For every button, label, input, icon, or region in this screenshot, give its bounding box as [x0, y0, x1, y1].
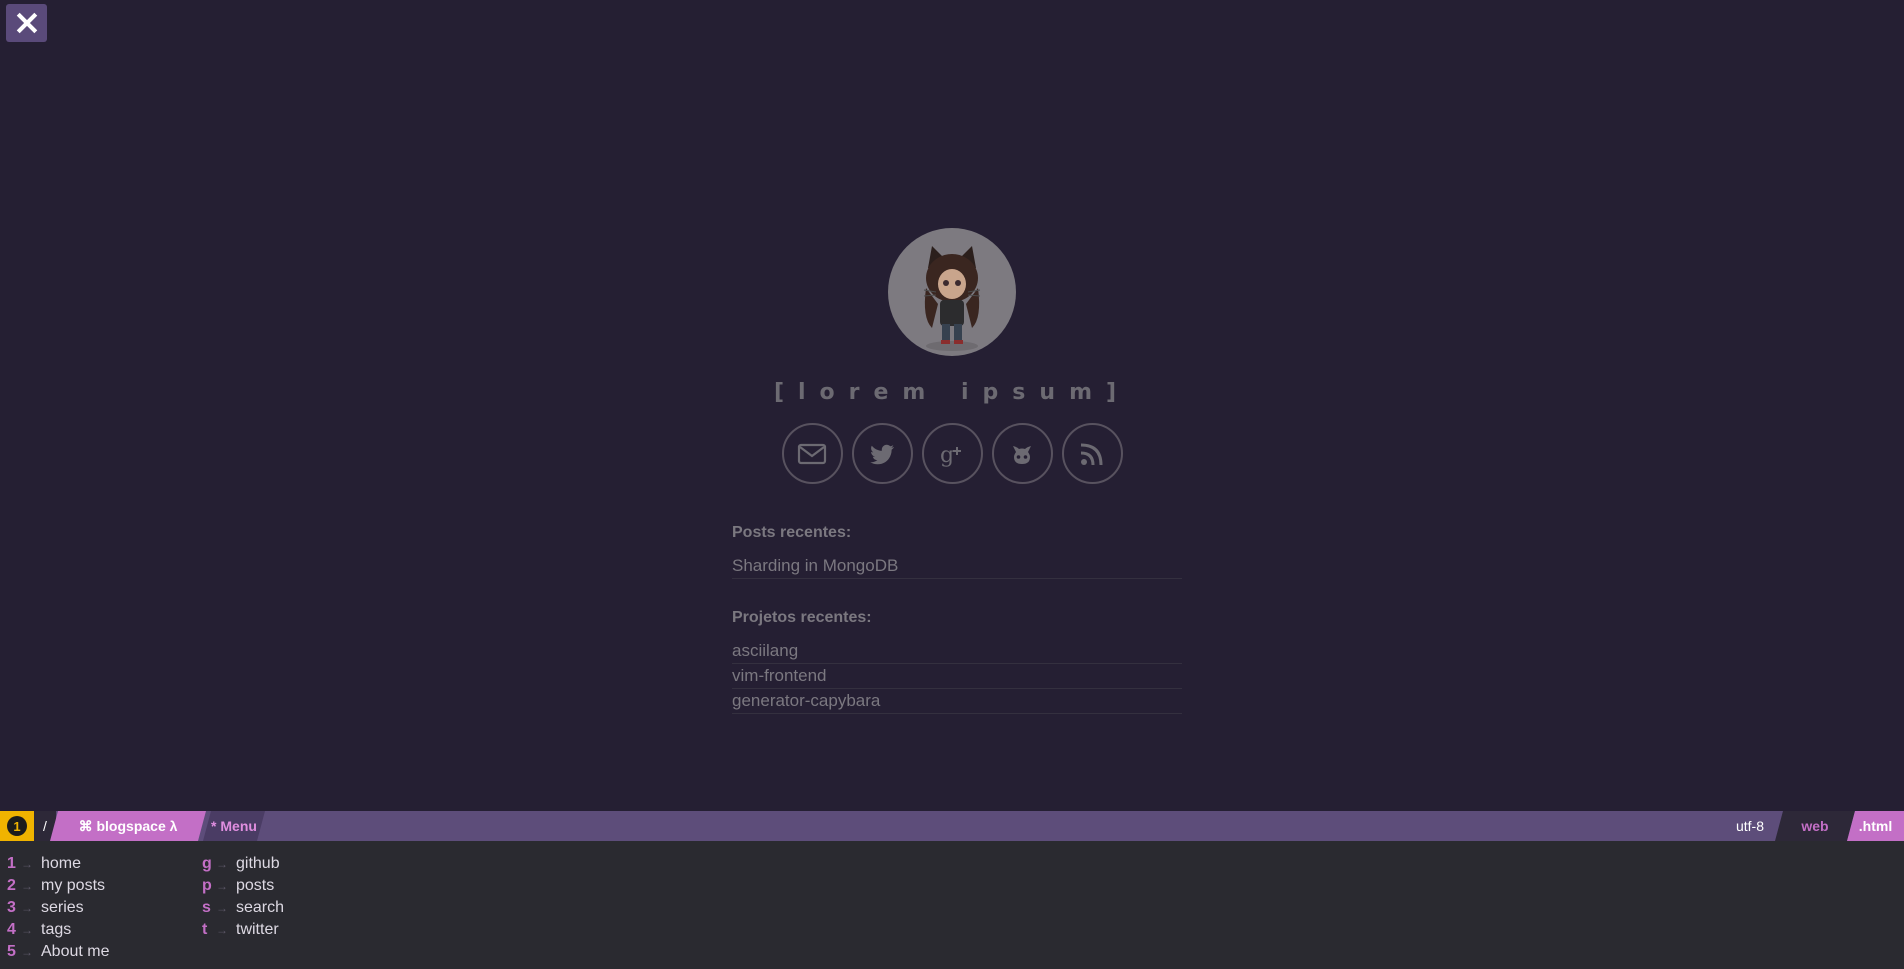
- octocat-image: [923, 246, 981, 351]
- project-link[interactable]: vim-frontend: [732, 664, 1182, 689]
- extension-label: .html: [1847, 811, 1904, 841]
- menu-item-home[interactable]: 1 → home: [7, 853, 109, 875]
- google-plus-icon: g: [940, 443, 961, 468]
- profile-section: [lorem ipsum] g: [0, 228, 1904, 484]
- menu-item-posts[interactable]: p → posts: [202, 875, 284, 897]
- encoding-label: utf-8: [1735, 818, 1764, 834]
- posts-heading: Posts recentes:: [732, 524, 852, 541]
- envelope-icon: [797, 443, 827, 464]
- svg-text:g: g: [940, 443, 954, 468]
- github-icon: [1013, 445, 1031, 464]
- avatar: [888, 228, 1016, 356]
- filetype-label: web: [1775, 811, 1855, 841]
- menu-item-series[interactable]: 3 → series: [7, 897, 109, 919]
- site-title: [lorem ipsum]: [773, 380, 1131, 405]
- close-icon: [16, 12, 37, 34]
- twitter-icon: [870, 444, 894, 464]
- blog-label[interactable]: ⌘ blogspace λ: [50, 811, 206, 841]
- social-links: g: [0, 423, 1904, 484]
- buffer-number: 1: [0, 811, 34, 841]
- post-link[interactable]: Sharding in MongoDB: [732, 554, 1182, 579]
- menu-item-search[interactable]: s → search: [202, 897, 284, 919]
- menu-column-right: g → github p → posts s → search t → twitter: [202, 853, 284, 941]
- menu-column-left: 1 → home 2 → my posts 3 → series 4 → tags 5 → Abou…: [7, 853, 109, 963]
- navigation-menu: 1 → home 2 → my posts 3 → series 4 → tags 5 → Abou…: [0, 841, 1904, 969]
- email-link[interactable]: [781, 423, 843, 484]
- google-plus-link[interactable]: g: [921, 423, 983, 484]
- menu-item-github[interactable]: g → github: [202, 853, 284, 875]
- status-bar: 1 / ⌘ blogspace λ * Menu utf-8 web .html: [0, 811, 1904, 841]
- rss-icon: [1080, 443, 1103, 465]
- twitter-link[interactable]: [851, 423, 913, 484]
- rss-link[interactable]: [1061, 423, 1123, 484]
- menu-item-my-posts[interactable]: 2 → my posts: [7, 875, 109, 897]
- menu-toggle[interactable]: * Menu: [203, 811, 265, 841]
- menu-item-about-me[interactable]: 5 → About me: [7, 941, 109, 963]
- recent-content: Posts recentes: Sharding in MongoDB Proj…: [732, 524, 1182, 714]
- project-link[interactable]: generator-capybara: [732, 689, 1182, 714]
- close-button[interactable]: [6, 4, 47, 42]
- project-link[interactable]: asciilang: [732, 639, 1182, 664]
- projects-heading: Projetos recentes:: [732, 609, 872, 626]
- menu-item-twitter[interactable]: t → twitter: [202, 919, 284, 941]
- menu-item-tags[interactable]: 4 → tags: [7, 919, 109, 941]
- github-link[interactable]: [991, 423, 1053, 484]
